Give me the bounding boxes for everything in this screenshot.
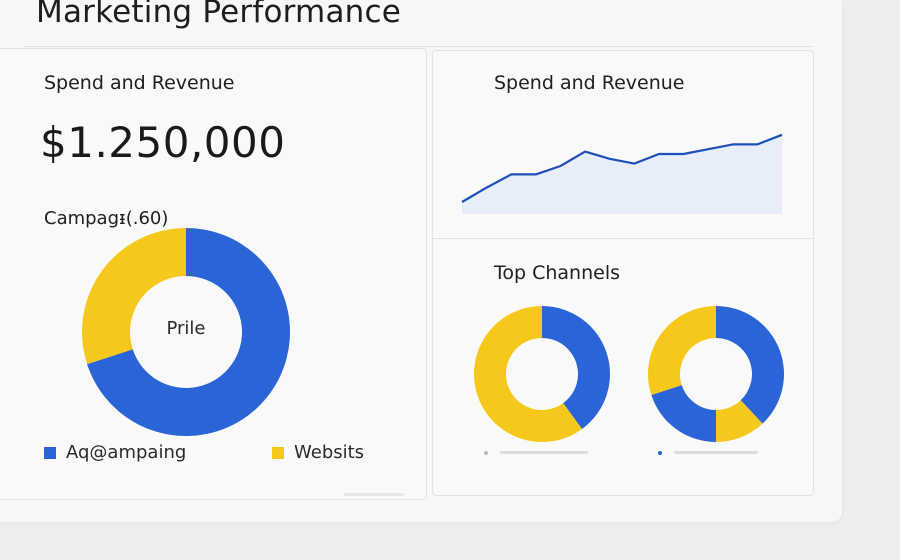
trend-card-title: Spend and Revenue xyxy=(494,72,685,94)
donut-segment xyxy=(81,228,186,365)
campaign-label: Campagᵻ(.60) xyxy=(44,208,169,229)
donut-segment xyxy=(651,385,716,442)
legend-label: Aq@ampaing xyxy=(66,442,187,463)
donut-center-label: Prile xyxy=(166,318,206,339)
campaign-donut-chart xyxy=(81,228,290,436)
spend-revenue-line-chart xyxy=(461,133,783,214)
legend-dot xyxy=(658,451,662,455)
legend-placeholder xyxy=(674,451,758,454)
scroll-indicator xyxy=(344,493,404,496)
donut-segment xyxy=(716,306,784,424)
legend-placeholder xyxy=(500,451,588,454)
kpi-total-value: $1.250,000 xyxy=(40,118,286,167)
spend-revenue-title: Spend and Revenue xyxy=(44,72,235,94)
top-channels-title: Top Channels xyxy=(494,262,621,284)
legend-item-websites: Websits xyxy=(272,442,364,463)
legend-dot xyxy=(484,451,488,455)
legend-swatch xyxy=(44,446,56,459)
title-divider xyxy=(24,46,814,47)
channel-donut-chart xyxy=(648,306,784,442)
legend-item-campaign: Aq@ampaing xyxy=(44,442,186,463)
page-title: Marketing Performance xyxy=(36,0,401,30)
legend-swatch xyxy=(272,446,284,459)
legend-label: Websits xyxy=(294,442,365,463)
channel-donut-chart xyxy=(473,306,610,442)
